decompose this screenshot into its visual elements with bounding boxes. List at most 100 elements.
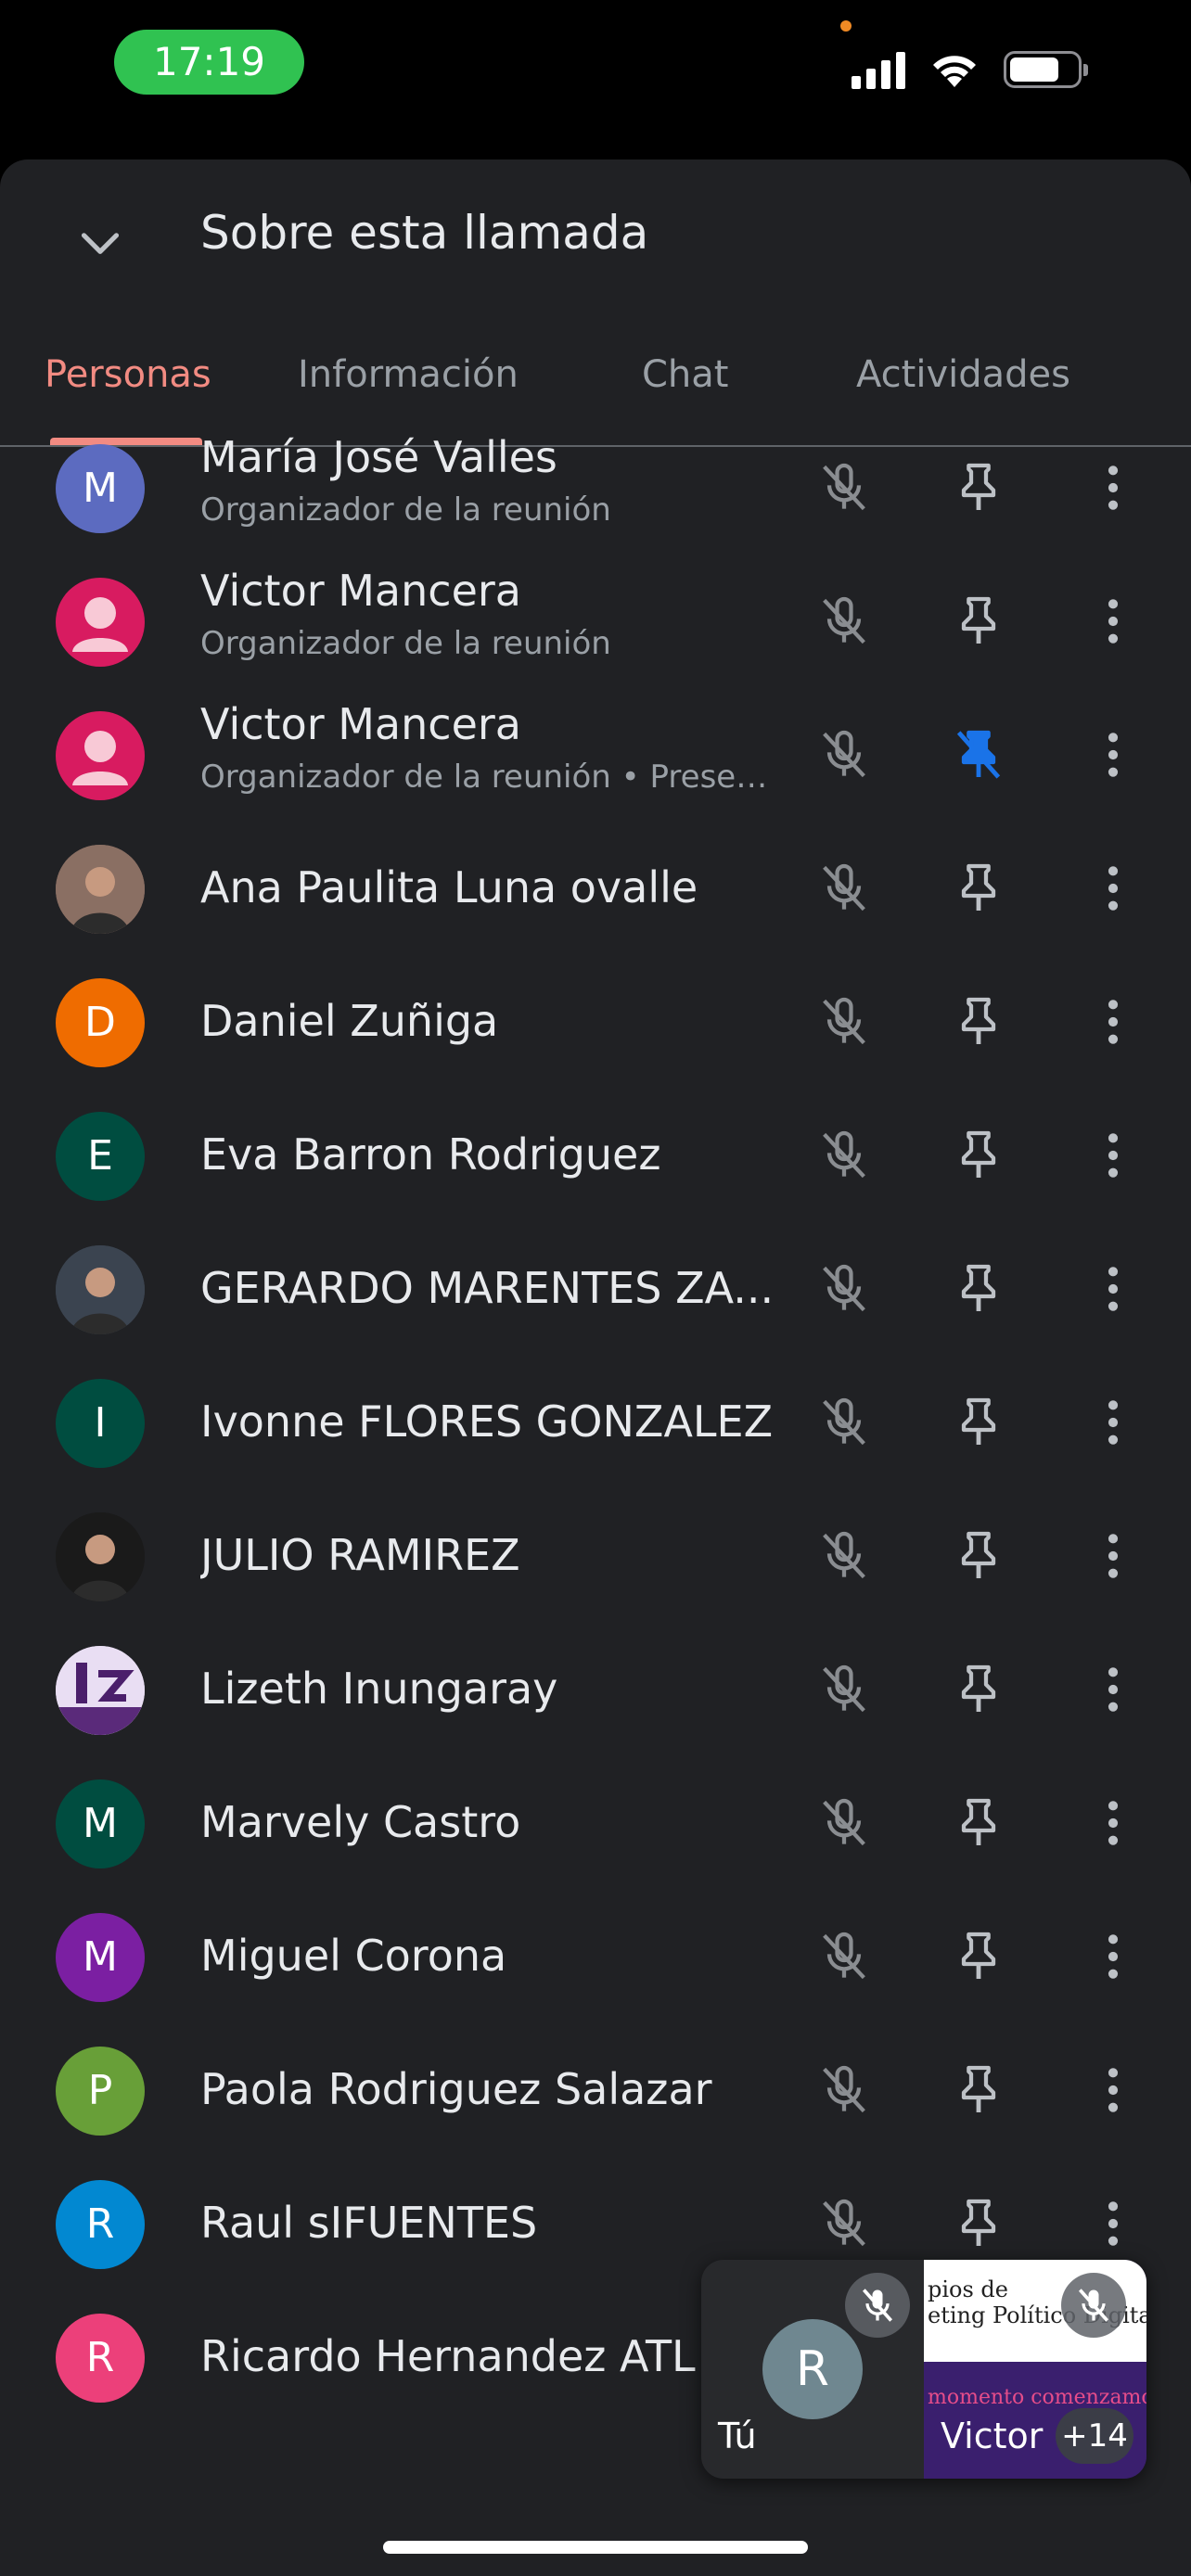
participant-row[interactable]: M María José Valles Organizador de la reun… [0,421,1191,555]
status-icons [852,48,1088,91]
more-options-icon[interactable] [1083,2060,1143,2120]
participant-row[interactable]: I Ivonne FLORES GONZALEZ [0,1356,1191,1489]
participant-row[interactable]: D Daniel Zuñiga [0,955,1191,1089]
more-options-icon[interactable] [1083,2194,1143,2253]
participant-logo-avatar [56,1646,145,1735]
participant-role: Organizador de la reunión [200,491,611,529]
battery-icon [1004,51,1088,88]
participant-row[interactable]: E Eva Barron Rodriguez [0,1089,1191,1222]
sheet-title: Sobre esta llamada [200,206,649,260]
pin-icon[interactable] [949,2194,1008,2253]
presenter-mic-off-icon [1061,2273,1126,2338]
pin-icon[interactable] [949,2060,1008,2120]
wifi-icon [933,56,976,87]
presenter-label: Victor [941,2416,1044,2456]
participant-row[interactable]: M Miguel Corona [0,1890,1191,2023]
unpin-icon[interactable] [949,725,1008,784]
pin-icon[interactable] [949,1526,1008,1586]
sheet-header: Sobre esta llamada [0,159,1191,317]
home-indicator[interactable] [383,2541,808,2554]
mic-off-icon [814,592,874,651]
call-details-sheet: Sobre esta llamada Personas Información … [0,159,1191,2576]
participant-photo-avatar [56,1512,145,1601]
participant-name: Raul sIFUENTES [200,2198,538,2248]
mic-off-icon [814,2060,874,2120]
mic-off-icon [814,1126,874,1185]
participant-name: Marvely Castro [200,1797,521,1847]
more-options-icon[interactable] [1083,1126,1143,1185]
participant-row[interactable]: M Marvely Castro [0,1756,1191,1890]
participant-photo-avatar [56,845,145,934]
mic-off-icon [814,725,874,784]
presenter-tile[interactable]: pios de eting Político Digital momento c… [924,2260,1146,2479]
participant-name: JULIO RAMIREZ [200,1530,520,1580]
more-options-icon[interactable] [1083,1526,1143,1586]
mic-off-icon [814,1660,874,1719]
pin-icon[interactable] [949,1259,1008,1319]
participant-role: Organizador de la reunión [200,625,611,662]
participant-name: Ana Paulita Luna ovalle [200,862,698,912]
more-options-icon[interactable] [1083,725,1143,784]
participant-row[interactable]: JULIO RAMIREZ [0,1489,1191,1623]
pin-icon[interactable] [949,592,1008,651]
mic-off-icon [814,2194,874,2253]
pin-icon[interactable] [949,1793,1008,1853]
pin-icon[interactable] [949,1393,1008,1452]
mic-off-icon [814,1393,874,1452]
others-count-badge: +14 [1056,2408,1133,2464]
more-options-icon[interactable] [1083,1793,1143,1853]
pin-icon[interactable] [949,1660,1008,1719]
mic-off-icon [814,1526,874,1586]
participant-avatar: M [56,1913,145,2002]
more-options-icon[interactable] [1083,1927,1143,1986]
self-tile[interactable]: R Tú [701,2260,924,2479]
participant-row[interactable]: Victor Mancera Organizador de la reunión [0,555,1191,688]
participant-row[interactable]: Ana Paulita Luna ovalle [0,822,1191,955]
mic-off-icon [814,859,874,918]
participant-name: Victor Mancera [200,566,521,616]
participant-name: Daniel Zuñiga [200,996,499,1046]
participant-avatar: D [56,978,145,1067]
participant-name: Ricardo Hernandez ATL [200,2331,696,2381]
more-options-icon[interactable] [1083,1660,1143,1719]
call-mini-preview[interactable]: R Tú pios de eting Político Digital mome… [701,2260,1146,2479]
participant-name: María José Valles [200,432,557,482]
more-options-icon[interactable] [1083,592,1143,651]
participant-avatar: R [56,2180,145,2269]
self-mic-off-icon [845,2273,910,2338]
mic-off-icon [814,1927,874,1986]
more-options-icon[interactable] [1083,992,1143,1052]
participant-name: Victor Mancera [200,699,521,749]
status-bar: 17:19 [0,0,1191,139]
more-options-icon[interactable] [1083,859,1143,918]
participant-row[interactable]: GERARDO MARENTES ZA... [0,1222,1191,1356]
more-options-icon[interactable] [1083,1259,1143,1319]
mic-off-icon [814,458,874,517]
participant-row[interactable]: P Paola Rodriguez Salazar [0,2023,1191,2157]
more-options-icon[interactable] [1083,458,1143,517]
participant-avatar: M [56,1779,145,1868]
more-options-icon[interactable] [1083,1393,1143,1452]
cellular-signal-icon [852,50,905,89]
participant-row[interactable]: Lizeth Inungaray [0,1623,1191,1756]
chevron-down-icon [81,233,120,254]
pin-icon[interactable] [949,1927,1008,1986]
participant-avatar: R [56,2314,145,2403]
person-avatar-icon [56,711,145,800]
pin-icon[interactable] [949,992,1008,1052]
participant-row[interactable]: Victor Mancera Organizador de la reunión … [0,688,1191,822]
pin-icon[interactable] [949,859,1008,918]
pin-icon[interactable] [949,458,1008,517]
participant-name: GERARDO MARENTES ZA... [200,1263,775,1313]
participant-photo-avatar [56,1245,145,1334]
participant-name: Lizeth Inungaray [200,1664,558,1714]
collapse-button[interactable] [65,208,135,278]
self-label: Tú [718,2416,757,2456]
participant-name: Ivonne FLORES GONZALEZ [200,1396,774,1447]
status-time: 17:19 [114,30,304,95]
participant-name: Paola Rodriguez Salazar [200,2064,712,2114]
mic-off-icon [814,1793,874,1853]
pin-icon[interactable] [949,1126,1008,1185]
slide-text-line1: pios de [928,2276,1008,2302]
self-avatar: R [762,2319,863,2419]
